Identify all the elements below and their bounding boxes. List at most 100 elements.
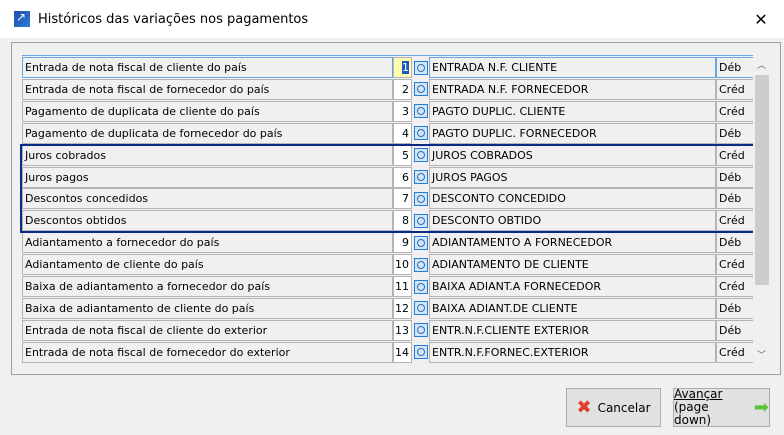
table-row[interactable]: Pagamento de duplicata de cliente do paí… <box>22 100 754 122</box>
code-cell[interactable]: JUROS PAGOS <box>429 166 716 188</box>
lookup-button[interactable] <box>413 167 429 188</box>
cancel-x-icon: ✖ <box>576 397 592 418</box>
table-row[interactable]: Pagamento de duplicata de fornecedor do … <box>22 122 754 144</box>
scroll-down-icon[interactable]: ﹀ <box>753 348 770 361</box>
type-cell[interactable]: Déb <box>716 232 754 254</box>
table-row[interactable]: Entrada de nota fiscal de cliente do paí… <box>22 57 754 78</box>
number-input[interactable]: 7 <box>393 188 412 210</box>
type-cell[interactable]: Créd <box>716 100 754 122</box>
table-row[interactable]: Descontos concedidos 7 DESCONTO CONCEDID… <box>22 188 754 210</box>
description-cell[interactable]: Pagamento de duplicata de cliente do paí… <box>22 100 393 122</box>
lookup-button[interactable] <box>413 320 429 341</box>
table-row[interactable]: Entrada de nota fiscal de fornecedor do … <box>22 341 754 363</box>
lookup-button[interactable] <box>413 210 429 231</box>
cancel-button[interactable]: ✖ Cancelar <box>566 388 661 427</box>
lookup-button[interactable] <box>413 79 429 100</box>
type-cell[interactable]: Déb <box>716 319 754 341</box>
number-input[interactable]: 13 <box>393 319 412 341</box>
code-cell[interactable]: ADIANTAMENTO DE CLIENTE <box>429 254 716 276</box>
table-row[interactable]: Juros pagos 6 JUROS PAGOS Déb <box>22 166 754 188</box>
description-cell[interactable]: Entrada de nota fiscal de fornecedor do … <box>22 78 393 100</box>
code-cell[interactable]: ENTR.N.F.FORNEC.EXTERIOR <box>429 341 716 363</box>
code-cell[interactable]: PAGTO DUPLIC. FORNECEDOR <box>429 122 716 144</box>
table-row[interactable]: Baixa de adiantamento de cliente do país… <box>22 297 754 319</box>
scroll-up-icon[interactable]: ︿ <box>753 58 770 71</box>
type-cell[interactable]: Créd <box>716 276 754 297</box>
next-button[interactable]: Avançar (page down) ➡ <box>673 388 770 427</box>
number-input[interactable]: 6 <box>393 166 412 188</box>
code-cell[interactable]: DESCONTO OBTIDO <box>429 210 716 232</box>
number-input[interactable]: 12 <box>393 297 412 319</box>
table-row[interactable]: Adiantamento a fornecedor do país 9 ADIA… <box>22 232 754 254</box>
type-cell[interactable]: Créd <box>716 210 754 232</box>
description-cell[interactable]: Entrada de nota fiscal de cliente do ext… <box>22 319 393 341</box>
magnifier-icon <box>414 104 428 119</box>
description-cell[interactable]: Pagamento de duplicata de fornecedor do … <box>22 122 393 144</box>
number-value: 7 <box>402 192 409 206</box>
type-cell[interactable]: Créd <box>716 341 754 363</box>
code-cell[interactable]: BAIXA ADIANT.A FORNECEDOR <box>429 276 716 297</box>
number-input[interactable]: 8 <box>393 210 412 232</box>
close-button[interactable]: ✕ <box>738 0 784 38</box>
number-input[interactable]: 4 <box>393 122 412 144</box>
number-input[interactable]: 2 <box>393 78 412 100</box>
lookup-button[interactable] <box>413 123 429 144</box>
magnifier-icon <box>414 345 428 360</box>
type-cell[interactable]: Déb <box>716 122 754 144</box>
description-cell[interactable]: Baixa de adiantamento de cliente do país <box>22 297 393 319</box>
lookup-button[interactable] <box>413 145 429 166</box>
type-cell[interactable]: Créd <box>716 144 754 166</box>
description-cell[interactable]: Juros cobrados <box>22 144 393 166</box>
number-input[interactable]: 14 <box>393 341 412 363</box>
description-cell[interactable]: Baixa de adiantamento a fornecedor do pa… <box>22 276 393 297</box>
description-cell[interactable]: Juros pagos <box>22 166 393 188</box>
type-cell[interactable]: Déb <box>716 166 754 188</box>
code-cell[interactable]: PAGTO DUPLIC. CLIENTE <box>429 100 716 122</box>
number-input[interactable]: 11 <box>393 276 412 297</box>
number-value: 9 <box>402 236 409 250</box>
code-cell[interactable]: ADIANTAMENTO A FORNECEDOR <box>429 232 716 254</box>
lookup-button[interactable] <box>413 101 429 122</box>
table-row[interactable]: Juros cobrados 5 JUROS COBRADOS Créd <box>22 144 754 166</box>
type-cell[interactable]: Créd <box>716 78 754 100</box>
number-input[interactable]: 5 <box>393 144 412 166</box>
type-cell[interactable]: Déb <box>716 188 754 210</box>
code-cell[interactable]: JUROS COBRADOS <box>429 144 716 166</box>
table-row[interactable]: Descontos obtidos 8 DESCONTO OBTIDO Créd <box>22 210 754 232</box>
number-value: 4 <box>402 126 409 140</box>
table-row[interactable]: Baixa de adiantamento a fornecedor do pa… <box>22 276 754 297</box>
number-value: 1 <box>402 61 409 74</box>
scrollbar-thumb[interactable] <box>755 75 769 285</box>
description-cell[interactable]: Descontos concedidos <box>22 188 393 210</box>
type-cell[interactable]: Créd <box>716 254 754 276</box>
table-row[interactable]: Entrada de nota fiscal de cliente do ext… <box>22 319 754 341</box>
description-cell[interactable]: Entrada de nota fiscal de fornecedor do … <box>22 341 393 363</box>
table-row[interactable]: Adiantamento de cliente do país 10 ADIAN… <box>22 254 754 276</box>
code-cell[interactable]: ENTRADA N.F. FORNECEDOR <box>429 78 716 100</box>
lookup-button[interactable] <box>413 232 429 253</box>
description-cell[interactable]: Adiantamento a fornecedor do país <box>22 232 393 254</box>
lookup-button[interactable] <box>413 188 429 209</box>
lookup-button[interactable] <box>413 276 429 297</box>
number-value: 5 <box>402 148 409 162</box>
description-cell[interactable]: Adiantamento de cliente do país <box>22 254 393 276</box>
number-input[interactable]: 3 <box>393 100 412 122</box>
code-cell[interactable]: ENTR.N.F.CLIENTE EXTERIOR <box>429 319 716 341</box>
description-cell[interactable]: Descontos obtidos <box>22 210 393 232</box>
table-row[interactable]: Entrada de nota fiscal de fornecedor do … <box>22 78 754 100</box>
number-value: 11 <box>395 280 409 293</box>
number-input[interactable]: 9 <box>393 232 412 254</box>
number-input[interactable]: 10 <box>393 254 412 276</box>
code-cell[interactable]: DESCONTO CONCEDIDO <box>429 188 716 210</box>
lookup-button[interactable] <box>413 342 429 363</box>
description-cell[interactable]: Entrada de nota fiscal de cliente do paí… <box>22 57 393 78</box>
lookup-button[interactable] <box>413 298 429 319</box>
code-cell[interactable]: BAIXA ADIANT.DE CLIENTE <box>429 297 716 319</box>
lookup-button[interactable] <box>413 57 429 78</box>
lookup-button[interactable] <box>413 254 429 275</box>
number-input[interactable]: 1 <box>393 57 412 78</box>
type-cell[interactable]: Déb <box>716 297 754 319</box>
code-cell[interactable]: ENTRADA N.F. CLIENTE <box>429 57 716 78</box>
magnifier-icon <box>414 301 428 316</box>
type-cell[interactable]: Déb <box>716 57 754 78</box>
